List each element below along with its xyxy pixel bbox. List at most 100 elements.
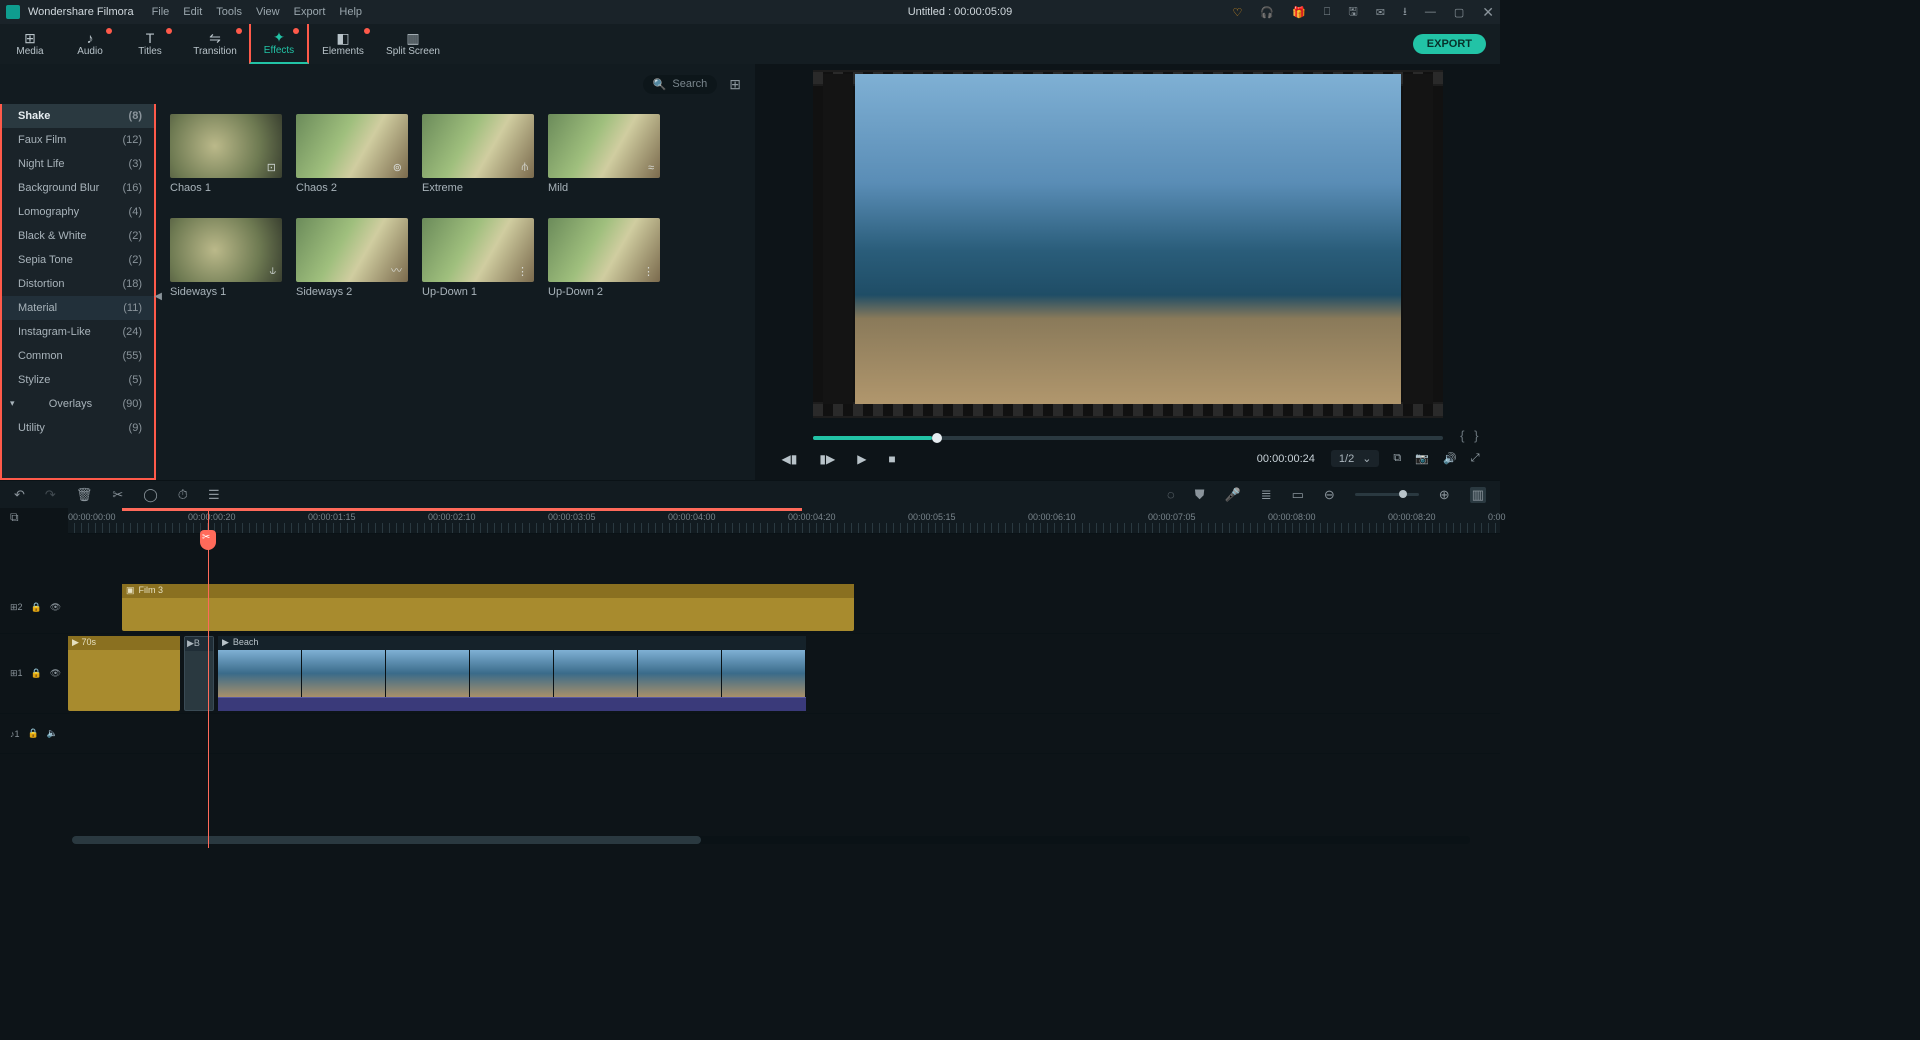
effect-thumb[interactable]: ⫝Sideways 1	[170, 218, 282, 310]
category-item[interactable]: Faux Film(12)	[2, 128, 154, 152]
timeline-scrollbar[interactable]	[72, 836, 1470, 844]
preview-progress[interactable]: { }	[813, 436, 1443, 440]
lock-icon[interactable]: 🔒	[31, 602, 42, 613]
effect-thumb[interactable]: ⋮Up-Down 2	[548, 218, 660, 310]
menu-help[interactable]: Help	[339, 6, 362, 18]
effect-clip[interactable]: ▣Film 3	[122, 584, 854, 631]
category-item[interactable]: Instagram-Like(24)	[2, 320, 154, 344]
menu-file[interactable]: File	[152, 6, 170, 18]
tab-media[interactable]: ⊞Media	[0, 24, 60, 64]
category-item[interactable]: Shake(8)	[2, 104, 154, 128]
tab-splitscreen[interactable]: ▥Split Screen	[378, 24, 448, 64]
category-item[interactable]: Distortion(18)	[2, 272, 154, 296]
volume-icon[interactable]: 🔊	[1443, 452, 1457, 465]
adjust-button[interactable]: ☰	[208, 487, 220, 503]
clip-icon: ▶	[187, 638, 194, 648]
menu-view[interactable]: View	[256, 6, 280, 18]
category-item[interactable]: Lomography(4)	[2, 200, 154, 224]
zoom-in-button[interactable]: ⊕	[1439, 487, 1450, 503]
category-item[interactable]: Stylize(5)	[2, 368, 154, 392]
mark-out-icon[interactable]: }	[1474, 428, 1478, 443]
undo-button[interactable]: ↶	[14, 487, 25, 503]
category-count: (11)	[123, 302, 142, 314]
progress-knob[interactable]	[932, 433, 942, 443]
menu-tools[interactable]: Tools	[216, 6, 242, 18]
aspect-button[interactable]: ▭	[1292, 487, 1304, 503]
mute-icon[interactable]: 🔈	[47, 728, 58, 739]
category-item[interactable]: Material(11)	[2, 296, 154, 320]
timeline-ruler[interactable]: 00:00:00:0000:00:00:2000:00:01:1500:00:0…	[68, 508, 1500, 534]
minimize-icon[interactable]: —	[1425, 6, 1436, 18]
speed-button[interactable]: ⏱	[178, 487, 188, 503]
category-item[interactable]: Night Life(3)	[2, 152, 154, 176]
delete-button[interactable]: 🗑	[76, 487, 93, 503]
notifications-icon[interactable]: ✉	[1376, 6, 1385, 19]
effect-thumb[interactable]: ⫛Extreme	[422, 114, 534, 206]
preview-viewport[interactable]	[813, 70, 1443, 418]
work-area-bar[interactable]	[122, 508, 802, 511]
gift-icon[interactable]: 🎁	[1292, 6, 1306, 19]
category-item[interactable]: Sepia Tone(2)	[2, 248, 154, 272]
zoom-out-button[interactable]: ⊖	[1324, 487, 1335, 503]
split-button[interactable]: ✂	[112, 487, 123, 503]
search-input[interactable]: 🔍Search	[643, 75, 718, 94]
prev-frame-button[interactable]: ◀▮	[782, 452, 798, 466]
category-item[interactable]: Overlays(90)	[2, 392, 154, 416]
crop-button[interactable]: ◯	[143, 487, 158, 503]
ruler-tick: 00:00:04:00	[668, 512, 716, 522]
mixer-button[interactable]: ≣	[1261, 487, 1272, 503]
category-item[interactable]: Utility(9)	[2, 416, 154, 440]
redo-button[interactable]: ↷	[45, 487, 56, 503]
category-item[interactable]: Background Blur(16)	[2, 176, 154, 200]
preview-quality-select[interactable]: 1/2⌄	[1331, 450, 1380, 467]
stop-button[interactable]: ■	[888, 452, 895, 466]
video-clip-beach[interactable]: ▶Beach	[218, 636, 806, 711]
tab-elements[interactable]: ◧Elements	[308, 24, 378, 64]
play-button[interactable]: ▶	[857, 452, 866, 466]
effect-type-icon: ⊡	[267, 161, 276, 174]
maximize-icon[interactable]: ▢	[1454, 6, 1464, 19]
menu-edit[interactable]: Edit	[183, 6, 202, 18]
video-clip-70s[interactable]: ▶ 70s	[68, 636, 180, 711]
save-icon[interactable]: 🖫	[1348, 3, 1357, 22]
close-icon[interactable]: ✕	[1482, 4, 1494, 21]
category-item[interactable]: Black & White(2)	[2, 224, 154, 248]
render-button[interactable]: ◌	[1167, 487, 1175, 502]
video-clip-gap[interactable]: ▶B	[184, 636, 214, 711]
visibility-icon[interactable]: 👁	[50, 602, 61, 613]
next-frame-button[interactable]: ▮▶	[819, 452, 835, 466]
zoom-fit-button[interactable]: ▥	[1470, 487, 1486, 503]
effect-thumb[interactable]: ⋮Up-Down 1	[422, 218, 534, 310]
lock-icon[interactable]: 🔒	[31, 668, 42, 679]
support-icon[interactable]: 🎧	[1260, 6, 1274, 19]
tab-titles[interactable]: TTitles	[120, 24, 180, 64]
tab-effects[interactable]: ✦Effects	[249, 24, 309, 64]
tab-transition[interactable]: ⇋Transition	[180, 24, 250, 64]
effect-thumb[interactable]: 〰Sideways 2	[296, 218, 408, 310]
marker-button[interactable]: ⛊	[1195, 487, 1205, 503]
visibility-icon[interactable]: 👁	[50, 668, 61, 679]
effect-thumb[interactable]: ≈Mild	[548, 114, 660, 206]
effect-thumb[interactable]: ⊡Chaos 1	[170, 114, 282, 206]
view-grid-icon[interactable]: ⊞	[729, 76, 741, 93]
account-icon[interactable]: ⎕	[1324, 6, 1331, 19]
playhead[interactable]	[208, 508, 209, 848]
pip-icon[interactable]: ⧉	[1393, 452, 1401, 465]
category-item[interactable]: Common(55)	[2, 344, 154, 368]
playhead-scissors-icon[interactable]	[200, 530, 216, 550]
collapse-sidebar-icon[interactable]: ◀	[154, 291, 162, 302]
lock-icon[interactable]: 🔒	[28, 728, 39, 739]
effect-thumb[interactable]: ⊚Chaos 2	[296, 114, 408, 206]
mark-in-icon[interactable]: {	[1460, 428, 1464, 443]
menu-export[interactable]: Export	[294, 6, 326, 18]
zoom-slider[interactable]	[1355, 493, 1419, 496]
fullscreen-icon[interactable]: ⤢	[1471, 452, 1480, 465]
tips-icon[interactable]: ♡	[1233, 6, 1243, 19]
snapshot-icon[interactable]: 📷	[1415, 452, 1429, 465]
download-icon[interactable]: ⭳	[1403, 3, 1407, 22]
snap-toggle[interactable]: ⧉	[10, 510, 19, 525]
export-button[interactable]: EXPORT	[1413, 34, 1486, 54]
tab-audio[interactable]: ♪Audio	[60, 24, 120, 64]
voiceover-button[interactable]: 🎤	[1225, 487, 1241, 503]
new-dot-icon	[236, 28, 242, 34]
